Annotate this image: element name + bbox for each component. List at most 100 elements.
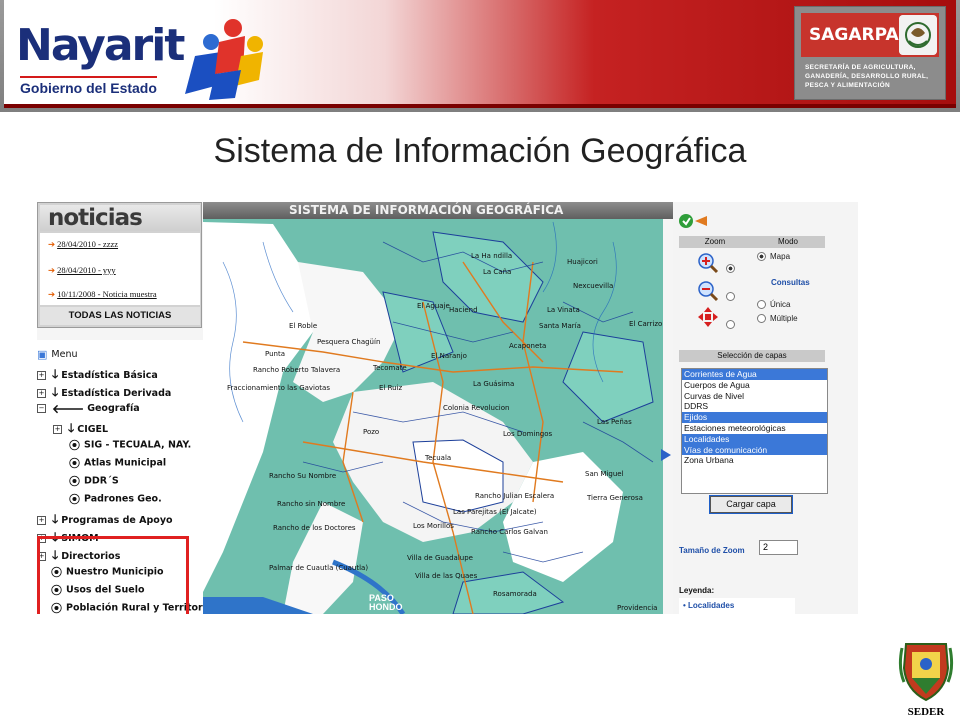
side-menu: ▣ Menu + 🡓 Estadística Básica + 🡓 Estadística… — [37, 340, 213, 614]
news-item[interactable]: ➔ 28/04/2010 - yyy — [48, 265, 116, 276]
menu-item-label[interactable]: DDR´S — [84, 476, 119, 487]
map-label: Nexcuevilla — [573, 282, 614, 290]
zoom-in-radio[interactable] — [726, 264, 735, 273]
menu-item-label[interactable]: Atlas Municipal — [84, 458, 166, 469]
layer-option[interactable]: Curvas de Nivel — [682, 391, 827, 402]
map-label: Las Parejitas (El Jalcate) — [453, 508, 537, 516]
map-label: Villa de las Quaes — [415, 572, 478, 580]
menu-item-label[interactable]: SIG - TECUALA, NAY. — [84, 440, 191, 451]
menu-item-label[interactable]: Estadística Básica — [61, 370, 158, 381]
consulta-multiple[interactable]: Múltiple — [757, 314, 798, 324]
nayarit-subtitle: Gobierno del Estado — [20, 76, 157, 96]
consulta-multiple-label: Múltiple — [770, 314, 798, 323]
map-label: El Ruiz — [379, 384, 403, 392]
cargar-capa-button[interactable]: Cargar capa — [710, 496, 792, 513]
menu-item-geografia[interactable]: − 🡐 Geografía — [37, 401, 140, 416]
legend-box: • Localidades — [679, 598, 795, 614]
bullet-icon: ⦿ — [69, 475, 80, 488]
capas-header: Selección de capas — [679, 350, 825, 362]
layer-option[interactable]: Localidades — [682, 433, 827, 445]
bullet-icon: ⦿ — [69, 457, 80, 470]
news-item[interactable]: ➔ 28/04/2010 - zzzz — [48, 239, 118, 250]
map-label: Huajicori — [567, 258, 598, 266]
menu-item-atlas[interactable]: ⦿ Atlas Municipal — [69, 455, 166, 471]
consulta-multiple-radio[interactable] — [757, 314, 766, 324]
map-label: El Aguaje — [417, 302, 450, 310]
map-label: La Caña — [483, 268, 512, 276]
bullet-icon: ⦿ — [69, 493, 80, 506]
menu-item-label[interactable]: Estadística Derivada — [61, 388, 171, 399]
pan-radio[interactable] — [726, 320, 735, 329]
map-area[interactable]: SISTEMA DE INFORMACIÓN GEOGRÁFICA Huajic… — [203, 202, 858, 614]
nayarit-logo: Nayarit Gobierno del Estado — [10, 10, 263, 100]
paso-hondo-label: PASO HONDO — [369, 594, 403, 612]
menu-item-padrones[interactable]: ⦿ Padrones Geo. — [69, 491, 162, 507]
menu-item-label[interactable]: Programas de Apoyo — [61, 515, 172, 526]
layer-option[interactable]: Zona Urbana — [682, 455, 827, 466]
highlight-box — [37, 536, 189, 614]
expand-icon[interactable]: + — [37, 389, 46, 398]
seder-label: SEDER — [907, 706, 945, 718]
news-link[interactable]: 28/04/2010 - yyy — [57, 265, 116, 275]
people-figures-icon — [185, 19, 263, 100]
refresh-icon[interactable] — [679, 212, 709, 230]
map-label: La Ha ndilla — [471, 252, 513, 260]
modo-mapa-label: Mapa — [770, 252, 791, 261]
modo-mapa[interactable]: Mapa — [757, 252, 791, 262]
leyenda-label: Leyenda: — [679, 586, 715, 595]
news-item[interactable]: ➔ 10/11/2008 - Noticia muestra — [48, 289, 157, 300]
all-news-link[interactable]: TODAS LAS NOTICIAS — [40, 307, 200, 325]
nayarit-logo-text: Nayarit — [16, 20, 185, 71]
arrow-right-icon: ➔ — [48, 265, 56, 275]
pan-icon[interactable] — [697, 306, 719, 328]
map-label: Fraccionamiento las Gaviotas — [227, 384, 330, 392]
layer-option[interactable]: Vías de comunicación — [682, 444, 827, 456]
menu-item-ddrs[interactable]: ⦿ DDR´S — [69, 473, 119, 489]
arrow-right-icon: ➔ — [48, 289, 56, 299]
layer-option[interactable]: Estaciones meteorológicas — [682, 423, 827, 434]
menu-item-label[interactable]: Padrones Geo. — [84, 494, 162, 505]
zoom-out-icon[interactable] — [697, 280, 719, 302]
menu-item-sig-tecuala[interactable]: ⦿ SIG - TECUALA, NAY. — [69, 437, 191, 453]
map-label: Haciend — [449, 306, 478, 314]
news-link[interactable]: 28/04/2010 - zzzz — [57, 239, 118, 249]
zoom-in-icon[interactable] — [697, 252, 719, 274]
layer-option[interactable]: Ejidos — [682, 412, 827, 423]
layer-option[interactable]: DDRS — [682, 401, 827, 412]
panel-arrow-icon[interactable] — [660, 448, 672, 462]
menu-item-label[interactable]: Geografía — [87, 403, 139, 414]
map-label: Villa de Guadalupe — [407, 554, 473, 562]
map-label: Palmar de Cuautla (Cuautla) — [269, 564, 369, 572]
tamano-zoom-input[interactable]: 2 — [759, 540, 798, 555]
map-label: La Vinata — [547, 306, 580, 314]
map-label: Rancho Carlos Galvan — [471, 528, 548, 536]
seder-shield-icon — [898, 643, 954, 702]
consulta-unica[interactable]: Única — [757, 300, 790, 310]
collapse-icon[interactable]: − — [37, 404, 46, 413]
legend-item: • Localidades — [683, 601, 735, 610]
consulta-unica-radio[interactable] — [757, 300, 766, 310]
modo-mapa-radio[interactable] — [757, 252, 766, 262]
paso-hondo-text: PASO HONDO — [369, 593, 403, 612]
map-label: Rosamorada — [493, 590, 537, 598]
expand-icon[interactable]: + — [53, 425, 62, 434]
menu-item-label[interactable]: CIGEL — [77, 424, 108, 435]
embedded-web-screenshot: noticias ➔ 28/04/2010 - zzzz ➔ 28/04/2010 … — [37, 202, 858, 614]
right-panel: Zoom Modo Mapa Consultas Única Múltiple … — [673, 202, 858, 614]
expand-icon[interactable]: + — [37, 371, 46, 380]
sagarpa-description: SECRETARÍA DE AGRICULTURA, GANADERÍA, DE… — [805, 64, 929, 89]
modo-header: Modo — [751, 236, 825, 248]
map-label: Tecomate — [373, 364, 407, 372]
menu-title-text: Menu — [51, 349, 78, 360]
header-banner: Nayarit Gobierno del Estado SAGARPA SECR… — [0, 0, 960, 112]
mexico-seal-icon — [899, 15, 937, 55]
news-heading: noticias — [40, 205, 200, 231]
zoom-out-radio[interactable] — [726, 292, 735, 301]
layer-option[interactable]: Corrientes de Agua — [682, 369, 827, 380]
layer-option[interactable]: Cuerpos de Agua — [682, 380, 827, 391]
map-label: San Miguel — [585, 470, 624, 478]
news-link[interactable]: 10/11/2008 - Noticia muestra — [57, 289, 157, 299]
map-label: Rancho sin Nombre — [277, 500, 346, 508]
expand-icon[interactable]: + — [37, 516, 46, 525]
layers-listbox[interactable]: Corrientes de Agua Cuerpos de Agua Curva… — [681, 368, 828, 494]
